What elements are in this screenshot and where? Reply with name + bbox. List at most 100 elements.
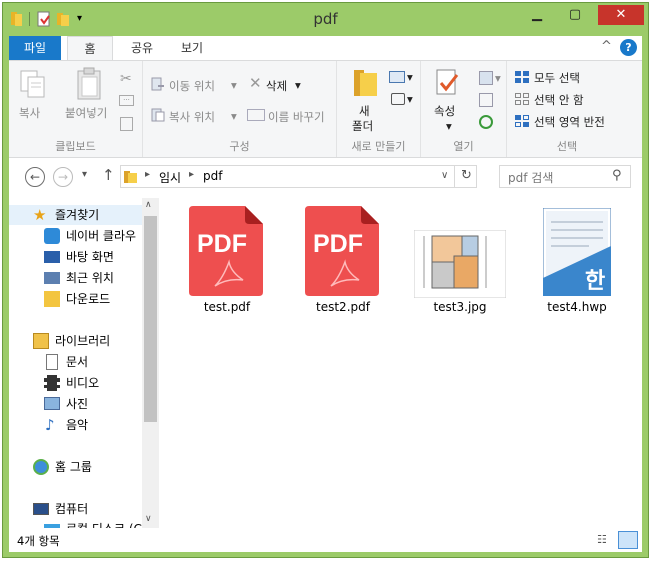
forward-button[interactable]: → bbox=[53, 167, 73, 187]
history-icon[interactable] bbox=[479, 115, 493, 129]
sidebar-item-label: 최근 위치 bbox=[66, 271, 114, 285]
move-to-dropdown-icon[interactable]: ▾ bbox=[231, 78, 237, 92]
paste-button[interactable]: 붙여넣기 bbox=[65, 105, 107, 121]
scrollbar-thumb[interactable] bbox=[144, 216, 157, 422]
search-input[interactable]: pdf 검색 bbox=[508, 169, 553, 186]
edit-icon[interactable] bbox=[479, 93, 493, 107]
address-bar[interactable]: ▸ 임시 ▸ pdf ∨ ↻ bbox=[120, 165, 477, 188]
ribbon-collapse-icon[interactable]: ^ bbox=[601, 39, 612, 54]
sidebar-item-label: 네이버 클라우 bbox=[66, 229, 137, 243]
sidebar-scrollbar[interactable]: ∧ ∨ bbox=[142, 198, 159, 528]
clipboard-group-label: 클립보드 bbox=[55, 140, 96, 153]
help-icon[interactable]: ? bbox=[620, 39, 637, 56]
tab-view[interactable]: 보기 bbox=[169, 36, 215, 60]
close-button[interactable]: ✕ bbox=[598, 5, 644, 25]
copy-to-dropdown-icon[interactable]: ▾ bbox=[231, 109, 237, 123]
ribbon: 복사 붙여넣기 ✂ ··· 클립보드 이동 위치 ▾ ✕ 삭제 ▾ 복사 위치 … bbox=[9, 60, 642, 158]
new-folder-button[interactable]: 폴더 bbox=[352, 118, 373, 134]
maximize-button[interactable]: ▢ bbox=[560, 5, 590, 25]
select-all-icon bbox=[515, 71, 530, 84]
scroll-up-icon[interactable]: ∧ bbox=[145, 200, 152, 210]
breadcrumb-separator-icon[interactable]: ▸ bbox=[145, 169, 150, 180]
desktop-icon bbox=[44, 251, 60, 263]
delete-dropdown-icon[interactable]: ▾ bbox=[295, 78, 301, 92]
file-item[interactable]: PDF test2.pdf bbox=[293, 206, 393, 316]
open-icon[interactable] bbox=[479, 71, 493, 85]
open-dropdown-icon[interactable]: ▾ bbox=[495, 71, 501, 85]
easy-access-dropdown-icon[interactable]: ▾ bbox=[407, 92, 413, 106]
breadcrumb-temp[interactable]: 임시 bbox=[159, 169, 181, 186]
new-group: 새 폴더 ▾ ▾ 새로 만들기 bbox=[337, 61, 421, 157]
rename-button[interactable]: 이름 바꾸기 bbox=[268, 109, 325, 125]
address-row: ← → ▾ ↑ ▸ 임시 ▸ pdf ∨ ↻ pdf 검색 ⚲ bbox=[9, 158, 642, 198]
video-icon bbox=[44, 375, 60, 391]
new-folder-line1[interactable]: 새 bbox=[359, 103, 370, 119]
select-all-button[interactable]: 모두 선택 bbox=[534, 70, 580, 86]
paste-icon bbox=[75, 67, 105, 104]
title-bar: ▾ pdf ▁ ▢ ✕ bbox=[3, 3, 648, 35]
file-name: test2.pdf bbox=[316, 300, 370, 314]
sidebar-item-label: 라이브러리 bbox=[55, 334, 111, 348]
large-icons-view-icon[interactable] bbox=[618, 531, 638, 549]
breadcrumb-pdf[interactable]: pdf bbox=[203, 169, 222, 183]
svg-text:PDF: PDF bbox=[197, 230, 247, 258]
sidebar-item-label: 문서 bbox=[66, 355, 89, 369]
explorer-window: ▾ pdf ▁ ▢ ✕ 파일 홈 공유 보기 ^ ? 복사 붙여넣기 ✂ ···… bbox=[2, 2, 649, 558]
file-item[interactable]: 한 test4.hwp bbox=[527, 206, 627, 316]
picture-icon bbox=[44, 397, 60, 410]
sidebar-item-label: 음악 bbox=[66, 418, 89, 432]
new-item-icon[interactable] bbox=[389, 71, 405, 83]
library-icon bbox=[33, 333, 49, 349]
computer-icon bbox=[33, 503, 49, 515]
breadcrumb-separator-icon[interactable]: ▸ bbox=[189, 169, 194, 180]
paste-shortcut-icon[interactable] bbox=[120, 117, 133, 131]
move-to-button[interactable]: 이동 위치 bbox=[169, 78, 215, 94]
copy-icon bbox=[19, 69, 47, 102]
sidebar-item-favorites[interactable]: ★ 즐겨찾기 bbox=[9, 205, 142, 225]
sidebar-item-label: 즐겨찾기 bbox=[55, 208, 100, 222]
search-box[interactable]: pdf 검색 ⚲ bbox=[499, 165, 631, 188]
ribbon-tabs: 파일 홈 공유 보기 ^ ? bbox=[9, 36, 642, 60]
recent-locations-icon[interactable]: ▾ bbox=[82, 169, 87, 180]
copy-to-button[interactable]: 복사 위치 bbox=[169, 109, 215, 125]
tab-share[interactable]: 공유 bbox=[119, 36, 165, 60]
navigation-pane: ★ 즐겨찾기 네이버 클라우 바탕 화면 최근 위치 다운로드 라이브러리 문서 bbox=[9, 198, 159, 528]
svg-text:PDF: PDF bbox=[313, 230, 363, 258]
open-group: 속성 ▾ ▾ 열기 bbox=[421, 61, 507, 157]
address-dropdown-icon[interactable]: ∨ bbox=[441, 170, 448, 181]
search-icon[interactable]: ⚲ bbox=[612, 168, 622, 183]
divider bbox=[454, 166, 455, 187]
easy-access-icon[interactable] bbox=[391, 93, 405, 105]
open-group-label: 열기 bbox=[453, 140, 474, 153]
item-count: 4개 항목 bbox=[17, 534, 60, 548]
details-view-icon[interactable]: ☷ bbox=[597, 533, 613, 547]
up-button[interactable]: ↑ bbox=[102, 166, 115, 184]
cut-icon[interactable]: ✂ bbox=[120, 71, 132, 87]
hwp-file-icon: 한 bbox=[542, 207, 612, 299]
scroll-down-icon[interactable]: ∨ bbox=[145, 514, 152, 524]
copy-path-icon[interactable]: ··· bbox=[119, 95, 134, 106]
delete-button[interactable]: 삭제 bbox=[266, 78, 287, 94]
back-button[interactable]: ← bbox=[25, 167, 45, 187]
new-item-dropdown-icon[interactable]: ▾ bbox=[407, 70, 413, 84]
tab-file[interactable]: 파일 bbox=[9, 36, 61, 60]
sidebar-item-label: 사진 bbox=[66, 397, 89, 411]
folder-icon bbox=[124, 169, 139, 187]
select-none-button[interactable]: 선택 안 함 bbox=[534, 92, 584, 108]
file-name: test.pdf bbox=[203, 300, 251, 314]
copy-button[interactable]: 복사 bbox=[19, 105, 40, 121]
move-to-icon bbox=[151, 77, 165, 91]
properties-dropdown-icon[interactable]: ▾ bbox=[446, 119, 452, 133]
new-folder-icon bbox=[353, 67, 379, 100]
refresh-icon[interactable]: ↻ bbox=[461, 168, 472, 183]
file-item[interactable]: test3.jpg bbox=[410, 206, 510, 316]
sidebar-item-label: 다운로드 bbox=[66, 292, 111, 306]
minimize-button[interactable]: ▁ bbox=[522, 5, 552, 25]
properties-button[interactable]: 속성 bbox=[434, 103, 455, 119]
svg-text:한: 한 bbox=[585, 269, 605, 294]
tab-home[interactable]: 홈 bbox=[67, 36, 113, 60]
invert-selection-button[interactable]: 선택 영역 반전 bbox=[534, 114, 605, 130]
file-item[interactable]: PDF test.pdf bbox=[177, 206, 277, 316]
download-icon bbox=[44, 291, 60, 307]
delete-icon: ✕ bbox=[249, 74, 262, 92]
